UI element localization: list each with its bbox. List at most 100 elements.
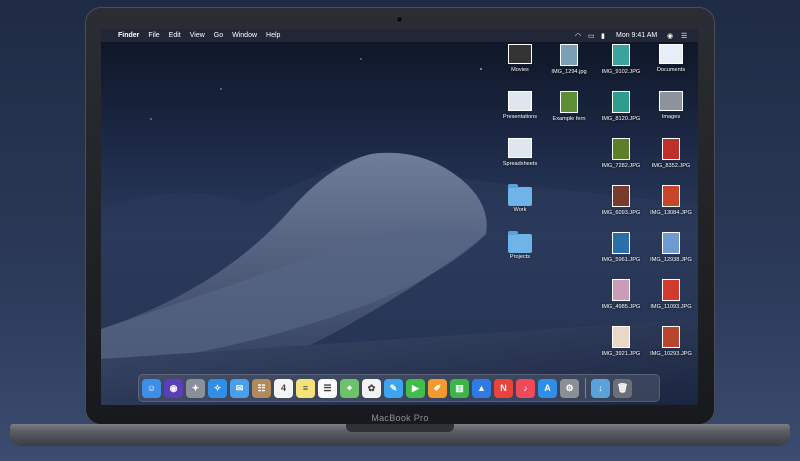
app-store-icon[interactable]: A [538, 378, 557, 398]
image-thumbnail-icon [662, 138, 680, 160]
desktop-item[interactable]: IMG_12938.JPG [647, 232, 695, 263]
menu-help[interactable]: Help [266, 32, 280, 39]
contacts-icon[interactable]: ☷ [252, 378, 271, 398]
desktop-item-label: IMG_11093.JPG [650, 304, 692, 310]
notes-icon[interactable]: ≡ [296, 378, 315, 398]
menu-file[interactable]: File [148, 32, 159, 39]
launchpad-icon[interactable]: ✦ [186, 378, 205, 398]
desktop-item-label: IMG_7282.JPG [601, 163, 641, 169]
desktop-item-label: Spreadsheets [502, 161, 538, 167]
mail-icon[interactable]: ✉ [230, 378, 249, 398]
movies-icon [508, 44, 532, 64]
wifi-icon[interactable]: ◠ [575, 29, 581, 42]
image-thumbnail-icon [560, 91, 578, 113]
desktop-item[interactable]: IMG_8120.JPG [597, 91, 645, 122]
dock-separator [585, 378, 586, 398]
desktop-item-label: IMG_5961.JPG [601, 257, 641, 263]
image-thumbnail-icon [612, 326, 630, 348]
desktop-item-label: IMG_12938.JPG [650, 257, 692, 263]
desktop-item-label: IMG_3921.JPG [601, 351, 641, 357]
image-thumbnail-icon [662, 279, 680, 301]
desktop-item[interactable]: Movies [496, 44, 544, 73]
reminders-icon[interactable]: ☰ [318, 378, 337, 398]
desktop-item-label: Projects [509, 254, 531, 260]
menu-finder[interactable]: Finder [118, 32, 139, 39]
desktop-item[interactable]: IMG_9102.JPG [597, 44, 645, 75]
menu-view[interactable]: View [190, 32, 205, 39]
photos-icon[interactable]: ✿ [362, 378, 381, 398]
folder-icon [508, 184, 532, 206]
desktop-item-label: Presentations [502, 114, 538, 120]
laptop-notch [346, 424, 454, 432]
safari-icon[interactable]: ✧ [208, 378, 227, 398]
desktop-item[interactable]: Presentations [496, 91, 544, 120]
laptop-label: MacBook Pro [371, 413, 429, 423]
desktop-item-label: IMG_13084.JPG [650, 210, 692, 216]
desktop-item[interactable]: IMG_3921.JPG [597, 326, 645, 357]
messages-icon[interactable]: ✎ [384, 378, 403, 398]
maps-icon[interactable]: ⌖ [340, 378, 359, 398]
desktop-item[interactable]: IMG_10293.JPG [647, 326, 695, 357]
desktop-item[interactable]: IMG_7282.JPG [597, 138, 645, 169]
desktop-item-label: IMG_8352.JPG [651, 163, 691, 169]
pages-icon[interactable]: ✐ [428, 378, 447, 398]
trash-icon[interactable]: 🗑 [613, 378, 632, 398]
screen: Finder File Edit View Go Window Help ◠ ▭… [101, 29, 698, 405]
desktop-item[interactable]: Example fern [545, 91, 593, 122]
menu-window[interactable]: Window [232, 32, 257, 39]
music-icon[interactable]: ♪ [516, 378, 535, 398]
numbers-icon[interactable]: ▥ [450, 378, 469, 398]
dock: ☺ ◉ ✦ ✧ ✉ ☷ 4 ≡ ☰ ⌖ ✿ ✎ ▶ ✐ ▥ ▲ N ♪ A ⚙ ↓ 🗑 [138, 374, 660, 402]
desktop-item[interactable]: IMG_5961.JPG [597, 232, 645, 263]
downloads-folder-icon[interactable]: ↓ [591, 378, 610, 398]
documents-icon [659, 44, 683, 64]
clock[interactable]: Mon 9:41 AM [616, 29, 657, 42]
desktop-item-label: Documents [656, 67, 686, 73]
image-thumbnail-icon [612, 44, 630, 66]
image-thumbnail-icon [560, 44, 578, 66]
finder-icon[interactable]: ☺ [142, 378, 161, 398]
desktop-item-label: Images [661, 114, 681, 120]
desktop-item[interactable]: IMG_1294.jpg [545, 44, 593, 75]
desktop-item-label: IMG_9102.JPG [601, 69, 641, 75]
images-icon [659, 91, 683, 111]
keynote-icon[interactable]: ▲ [472, 378, 491, 398]
battery-icon[interactable]: ▮ [601, 29, 605, 42]
desktop-item[interactable]: Projects [496, 231, 544, 260]
presentations-icon [508, 91, 532, 111]
image-thumbnail-icon [612, 279, 630, 301]
spreadsheets-icon [508, 138, 532, 158]
desktop-item-label: IMG_6093.JPG [601, 210, 641, 216]
desktop-item[interactable]: Documents [647, 44, 695, 73]
folder-icon [508, 231, 532, 253]
siri-menu-icon[interactable]: ◉ [667, 29, 673, 42]
desktop-item-label: IMG_10293.JPG [650, 351, 692, 357]
desktop-item[interactable]: IMG_6093.JPG [597, 185, 645, 216]
desktop-item-label: Work [513, 207, 527, 213]
desktop-item[interactable]: Spreadsheets [496, 138, 544, 167]
desktop-item[interactable]: IMG_8352.JPG [647, 138, 695, 169]
image-thumbnail-icon [612, 91, 630, 113]
desktop-item-label: Movies [511, 67, 529, 73]
menu-go[interactable]: Go [214, 32, 223, 39]
image-thumbnail-icon [662, 232, 680, 254]
siri-icon[interactable]: ◉ [164, 378, 183, 398]
image-thumbnail-icon [662, 326, 680, 348]
news-icon[interactable]: N [494, 378, 513, 398]
calendar-icon[interactable]: 4 [274, 378, 293, 398]
desktop-item-label: Example fern [552, 116, 586, 122]
system-preferences-icon[interactable]: ⚙ [560, 378, 579, 398]
airplay-icon[interactable]: ▭ [588, 29, 595, 42]
image-thumbnail-icon [662, 185, 680, 207]
image-thumbnail-icon [612, 232, 630, 254]
facetime-icon[interactable]: ▶ [406, 378, 425, 398]
desktop-item[interactable]: Images [647, 91, 695, 120]
desktop-item-label: IMG_8120.JPG [601, 116, 641, 122]
image-thumbnail-icon [612, 138, 630, 160]
desktop-item[interactable]: IMG_11093.JPG [647, 279, 695, 310]
notification-center-icon[interactable]: ☰ [681, 29, 687, 42]
desktop-item[interactable]: Work [496, 184, 544, 213]
desktop-item[interactable]: IMG_13084.JPG [647, 185, 695, 216]
desktop-item[interactable]: IMG_4985.JPG [597, 279, 645, 310]
menu-edit[interactable]: Edit [169, 32, 181, 39]
